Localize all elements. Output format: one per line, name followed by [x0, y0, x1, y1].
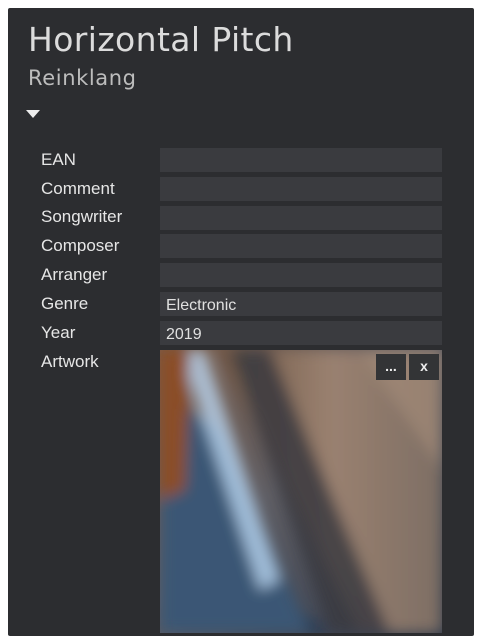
triangle-down-icon[interactable]: [26, 108, 40, 120]
artwork-image[interactable]: ... x: [160, 350, 442, 633]
metadata-panel: Horizontal Pitch Reinklang EAN Comment S…: [8, 8, 474, 636]
artist-name: Reinklang: [28, 66, 137, 90]
composer-label: Composer: [41, 236, 120, 255]
arranger-label: Arranger: [41, 265, 108, 284]
ean-field[interactable]: [160, 148, 442, 172]
ean-label: EAN: [41, 150, 76, 169]
composer-field[interactable]: [160, 234, 442, 258]
comment-label: Comment: [41, 179, 115, 198]
browse-artwork-button[interactable]: ...: [376, 354, 406, 380]
genre-field[interactable]: [160, 292, 442, 316]
artwork-label: Artwork: [41, 352, 99, 371]
songwriter-label: Songwriter: [41, 207, 123, 226]
comment-field[interactable]: [160, 177, 442, 201]
songwriter-field[interactable]: [160, 206, 442, 230]
arranger-field[interactable]: [160, 263, 442, 287]
track-title: Horizontal Pitch: [28, 20, 294, 59]
genre-label: Genre: [41, 294, 89, 313]
year-field[interactable]: [160, 321, 442, 345]
remove-artwork-button[interactable]: x: [409, 354, 439, 380]
artwork-photo: [160, 350, 442, 633]
year-label: Year: [41, 323, 76, 342]
